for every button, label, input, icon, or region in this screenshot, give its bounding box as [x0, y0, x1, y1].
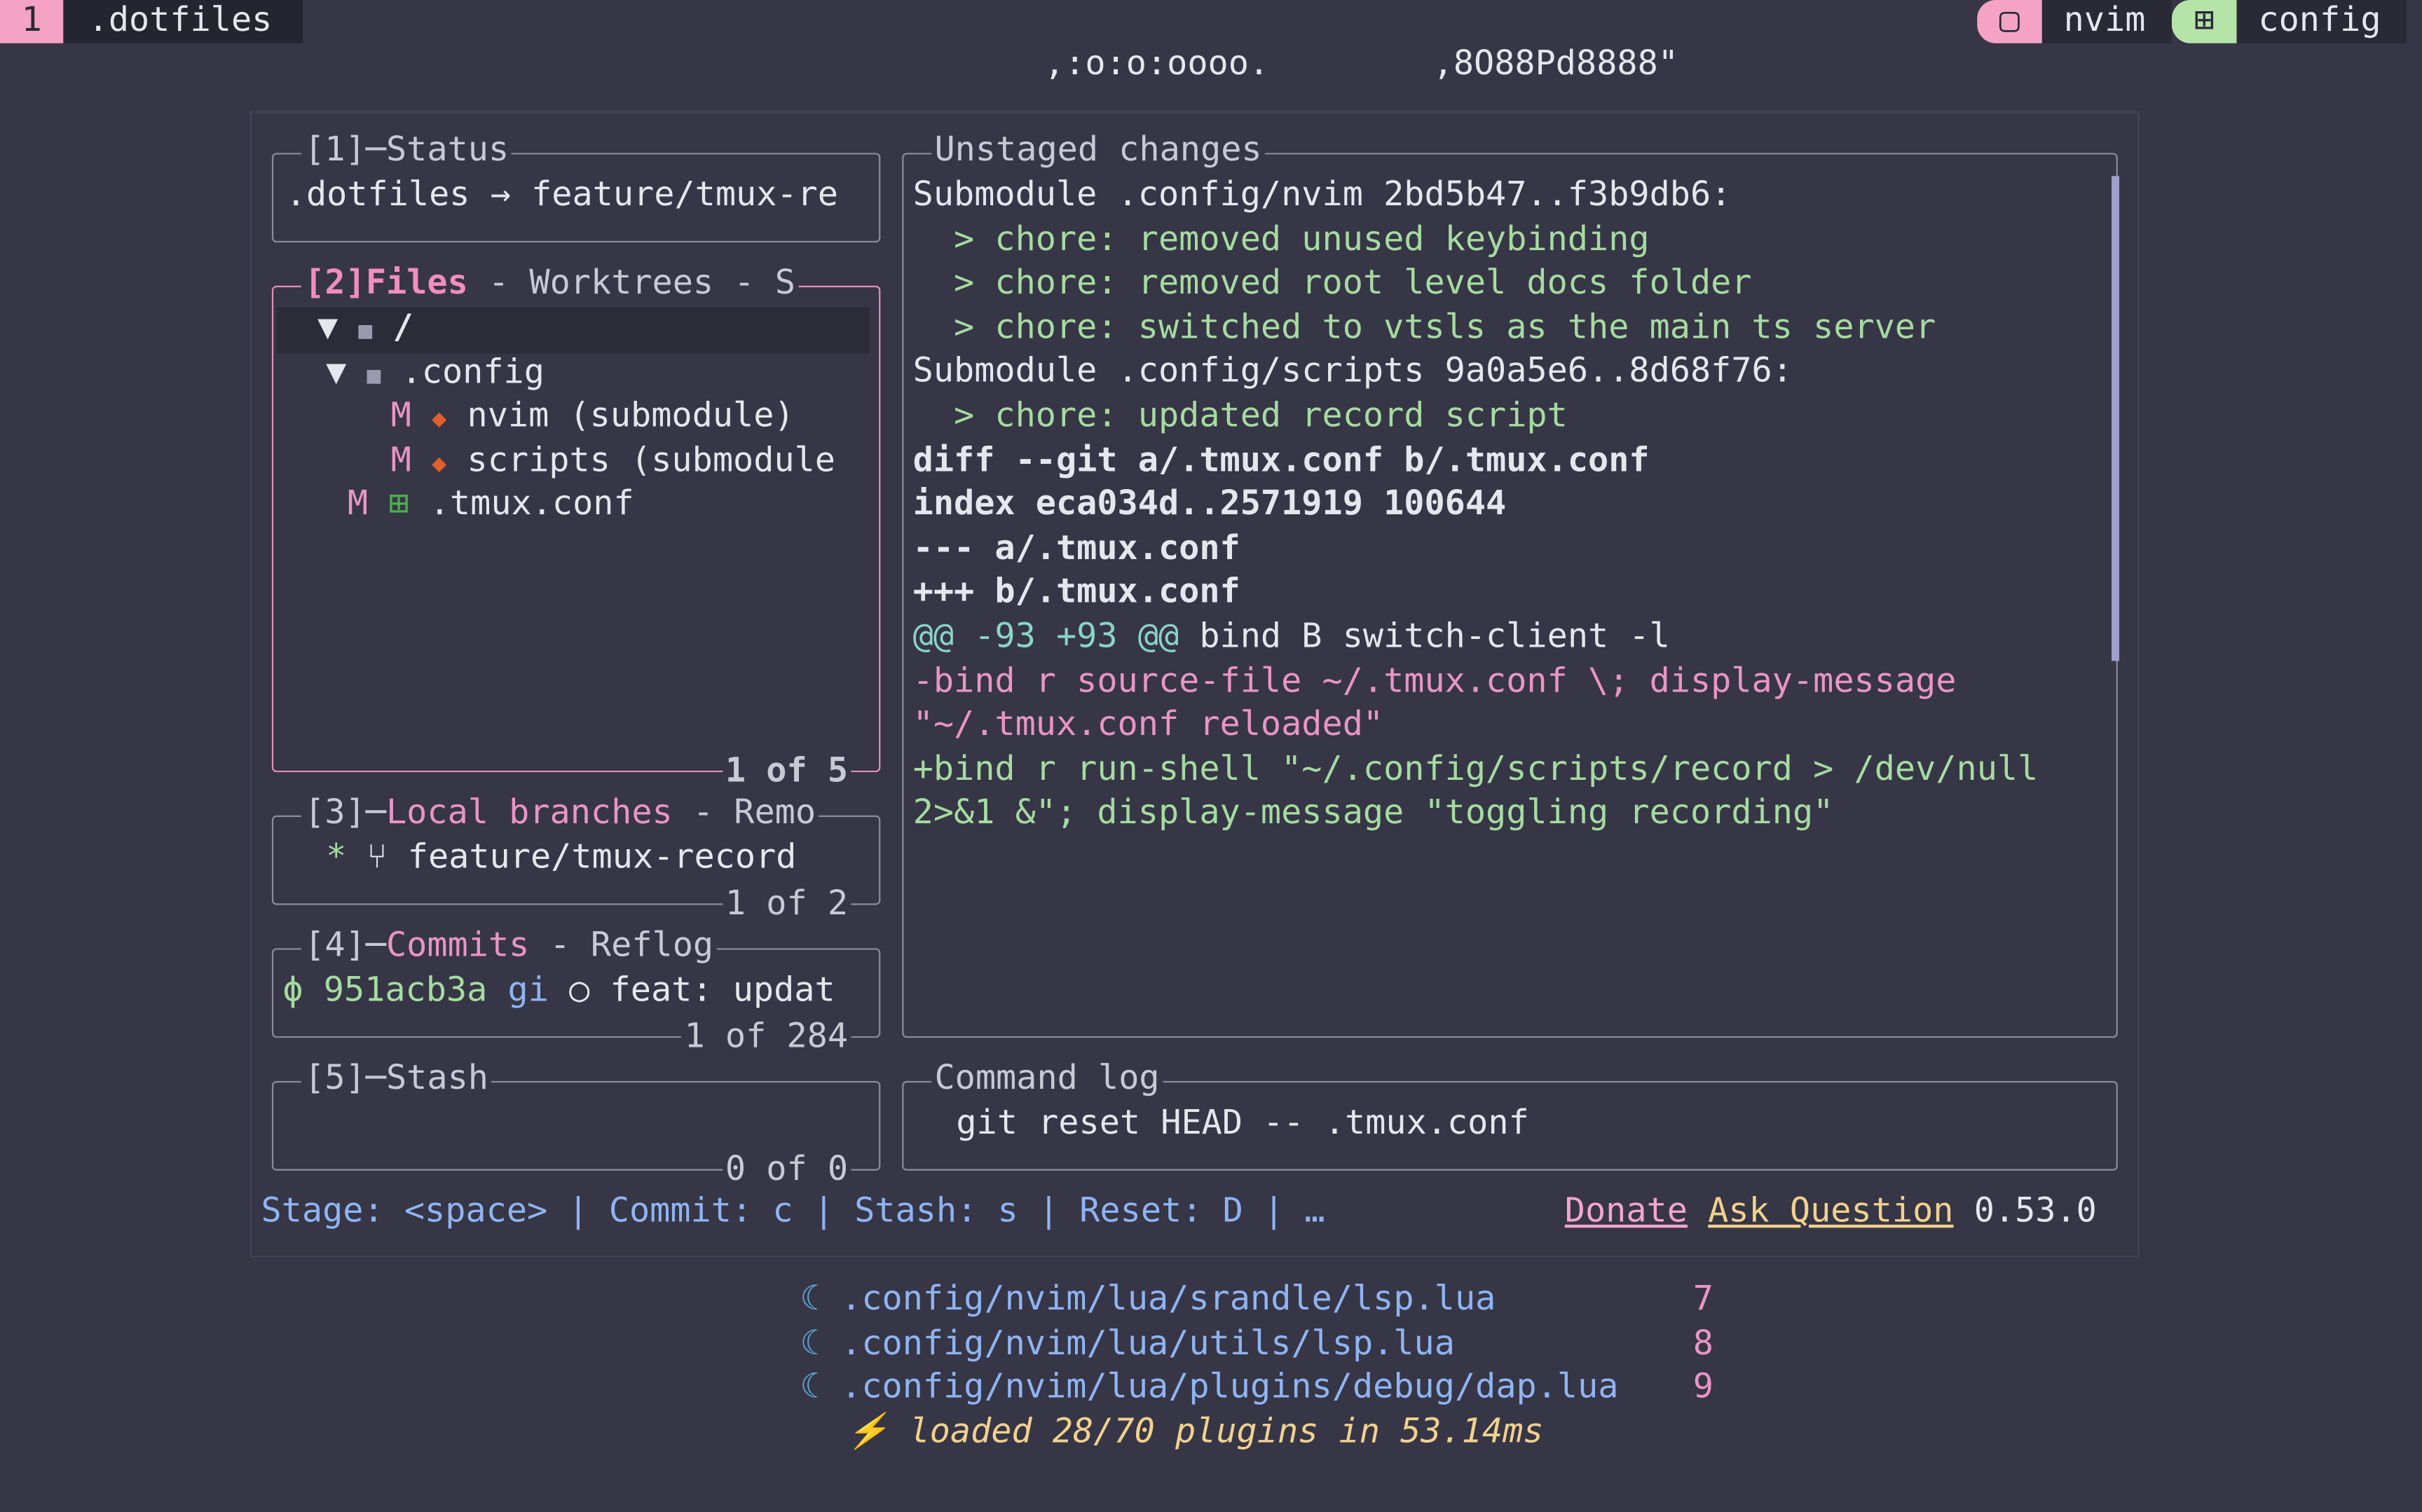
- modified-badge: M: [347, 485, 369, 524]
- diff-panel[interactable]: Unstaged changes Submodule .config/nvim …: [902, 130, 2120, 1038]
- commit-hash: 951acb3a: [323, 971, 488, 1010]
- tmux-tab-config[interactable]: config: [2236, 0, 2407, 43]
- recent-file-item[interactable]: ☾ .config/nvim/lua/plugins/debug/dap.lua: [800, 1367, 1619, 1411]
- commit-item[interactable]: ϕ 951acb3a gi ○ feat: updat: [282, 970, 835, 1014]
- modified-badge: M: [390, 441, 411, 481]
- branch-item[interactable]: * ⑂ feature/tmux-record: [326, 837, 796, 881]
- diff-line: diff --git a/.tmux.conf b/.tmux.conf: [912, 441, 1650, 481]
- lightning-icon: ⚡: [846, 1413, 889, 1452]
- stash-counter: 0 of 0: [722, 1149, 851, 1194]
- git-submodule-icon: ◆: [432, 403, 447, 433]
- git-submodule-icon: ◆: [432, 448, 447, 478]
- stash-panel-title: [5]─Stash: [301, 1057, 492, 1102]
- tree-row-nvim[interactable]: M ◆ nvim (submodule): [391, 395, 795, 441]
- lua-file-icon: ☾: [800, 1368, 821, 1407]
- diff-line-removed: "~/.tmux.conf reloaded": [912, 706, 1384, 745]
- tmux-tab-nvim[interactable]: nvim: [2041, 0, 2172, 43]
- commit-graph-icon: ϕ: [282, 971, 303, 1010]
- recent-file-item[interactable]: ☾ .config/nvim/lua/utils/lsp.lua: [800, 1324, 1455, 1368]
- files-panel[interactable]: [2]Files - Worktrees - S ▼ ■ / ▼ ■ .conf…: [271, 262, 881, 796]
- ask-question-link[interactable]: Ask Question: [1708, 1193, 1953, 1231]
- tmux-window-name[interactable]: .dotfiles: [63, 0, 303, 43]
- ascii-art: ,:o:o:oooo. ,8O88Pd8888": [1044, 44, 1678, 84]
- lua-file-icon: ☾: [800, 1325, 821, 1364]
- diff-line: > chore: removed unused keybinding: [912, 221, 1650, 260]
- branches-panel[interactable]: [3]─Local branches - Remo * ⑂ feature/tm…: [271, 792, 881, 928]
- command-log-panel[interactable]: Command log git reset HEAD -- .tmux.conf: [902, 1057, 2118, 1171]
- commits-panel[interactable]: [4]─Commits - Reflog ϕ 951acb3a gi ○ fea…: [271, 925, 881, 1061]
- window-icon: ▢: [1977, 0, 2042, 43]
- tmux-window-index[interactable]: 1: [0, 0, 64, 43]
- files-tab-active: Files: [365, 263, 468, 303]
- files-tab-rest: - Worktrees - S: [467, 263, 795, 303]
- diff-line: --- a/.tmux.conf: [912, 530, 1240, 569]
- diff-line: > chore: switched to vtsls as the main t…: [912, 308, 1936, 348]
- lazy-stats: ⚡ loaded 28/70 plugins in 53.14ms: [846, 1413, 1544, 1452]
- branches-tab-active: Local branches: [385, 793, 673, 833]
- tree-row-tmux-conf[interactable]: M ⊞ .tmux.conf: [348, 483, 634, 528]
- command-log-title: Command log: [931, 1057, 1163, 1102]
- files-counter: 1 of 5: [722, 751, 851, 796]
- diff-hunk-header: @@ -93 +93 @@ bind B switch-client -l: [912, 617, 1670, 657]
- keybinding-hints: Stage: <space> | Commit: c | Stash: s | …: [261, 1192, 1325, 1231]
- diff-line: Submodule .config/nvim 2bd5b47..f3b9db6:: [912, 176, 1732, 215]
- modified-badge: M: [390, 397, 411, 436]
- lua-file-icon: ☾: [800, 1280, 821, 1319]
- commits-counter: 1 of 284: [681, 1017, 851, 1061]
- recent-file-shortcut: 7: [1692, 1280, 1713, 1319]
- folder-icon: ■: [367, 361, 381, 390]
- status-panel-title: [1]─Status: [301, 130, 512, 174]
- folder-icon: ■: [358, 316, 373, 345]
- diff-line-removed: -bind r source-file ~/.tmux.conf \; disp…: [912, 662, 1957, 701]
- diff-line-added: 2>&1 &"; display-message "toggling recor…: [912, 793, 1834, 833]
- branch-icon: ⑂: [367, 838, 388, 877]
- recent-file-shortcut: 8: [1692, 1325, 1713, 1364]
- diff-line: Submodule .config/scripts 9a0a5e6..8d68f…: [912, 352, 1793, 391]
- tree-row-scripts[interactable]: M ◆ scripts (submodule: [391, 440, 835, 486]
- commits-panel-title: [4]─Commits - Reflog: [301, 925, 717, 970]
- commit-author: gi: [507, 971, 549, 1010]
- command-log-entry: git reset HEAD -- .tmux.conf: [956, 1104, 1529, 1143]
- diff-line: index eca034d..2571919 100644: [912, 485, 1507, 524]
- terminal-screen: 1 .dotfiles ▢ nvim ⊞ config ,:o:o:oooo. …: [0, 0, 2422, 1512]
- repo-branch: .dotfiles → feature/tmux-re: [285, 176, 838, 215]
- keybar-right: Donate Ask Question 0.53.0: [1565, 1190, 2097, 1235]
- grid-icon: ⊞: [2171, 0, 2237, 43]
- diff-scrollbar[interactable]: [2112, 176, 2120, 661]
- diff-line: > chore: removed root level docs folder: [912, 263, 1752, 303]
- current-branch-marker: *: [326, 838, 347, 877]
- collapse-arrow-icon: ▼: [326, 353, 347, 392]
- diff-line-added: +bind r run-shell "~/.config/scripts/rec…: [912, 750, 2039, 790]
- commits-tab-active: Commits: [385, 926, 530, 965]
- diff-line: +++ b/.tmux.conf: [912, 572, 1240, 612]
- files-panel-title: [2]Files - Worktrees - S: [301, 262, 799, 307]
- collapse-arrow-icon: ▼: [317, 308, 338, 348]
- stash-panel[interactable]: [5]─Stash 0 of 0: [271, 1057, 881, 1194]
- tree-row-root[interactable]: ▼ ■ /: [276, 307, 870, 353]
- diff-panel-title: Unstaged changes: [931, 130, 1265, 174]
- recent-file-item[interactable]: ☾ .config/nvim/lua/srandle/lsp.lua: [800, 1279, 1496, 1323]
- donate-link[interactable]: Donate: [1565, 1193, 1688, 1231]
- status-panel[interactable]: [1]─Status .dotfiles → feature/tmux-re: [271, 130, 881, 243]
- branches-counter: 1 of 2: [722, 884, 851, 928]
- tree-row-config[interactable]: ▼ ■ .config: [326, 352, 545, 398]
- branches-panel-title: [3]─Local branches - Remo: [301, 792, 819, 837]
- commit-message: feat: updat: [610, 971, 835, 1010]
- recent-file-shortcut: 9: [1692, 1368, 1713, 1407]
- diff-line: > chore: updated record script: [912, 397, 1568, 436]
- version-label: 0.53.0: [1973, 1192, 2097, 1231]
- grid-file-icon: ⊞: [388, 485, 409, 524]
- commit-dot-icon: ○: [569, 971, 590, 1010]
